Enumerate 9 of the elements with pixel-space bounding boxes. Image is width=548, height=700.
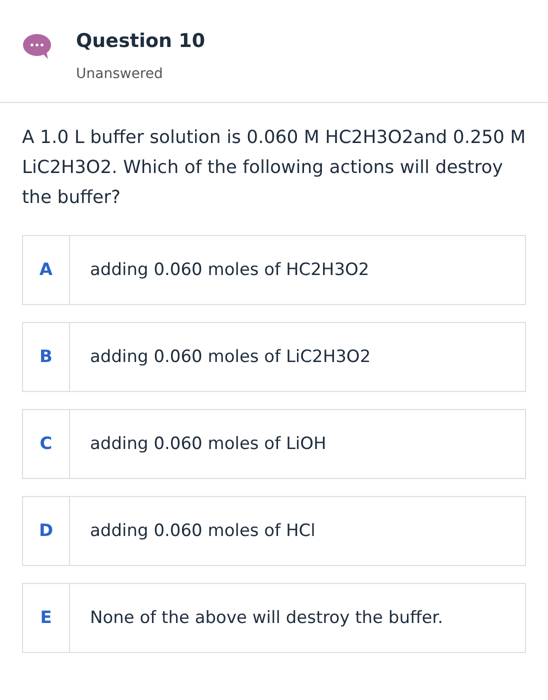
answer-option[interactable]: D adding 0.060 moles of HCl (22, 496, 526, 566)
status-text: Unanswered (76, 66, 164, 82)
answer-option[interactable]: C adding 0.060 moles of LiOH (22, 409, 526, 479)
question-title: Question 10 (76, 30, 206, 52)
answer-option[interactable]: A adding 0.060 moles of HC2H3O2 (22, 235, 526, 305)
answer-option[interactable]: E None of the above will destroy the buffer. (22, 583, 526, 653)
question-text: A 1.0 L buffer solution is 0.060 M HC2H3O2and 0.250 M LiC2H3O2. Which of the following actions will destroy the buffer? (22, 126, 526, 210)
chat-bubble-icon (22, 33, 52, 60)
answer-option[interactable]: B adding 0.060 moles of LiC2H3O2 (22, 322, 526, 392)
